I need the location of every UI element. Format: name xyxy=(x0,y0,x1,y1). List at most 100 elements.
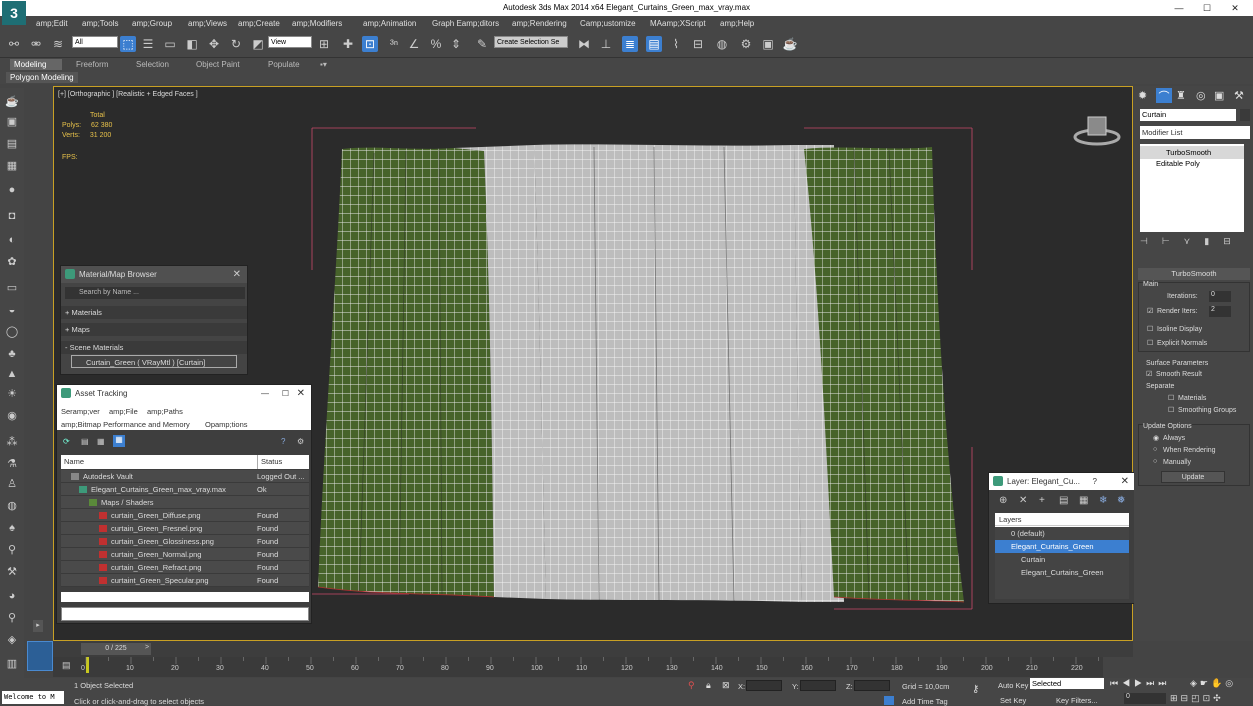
unfreeze-layer-icon[interactable]: ❅ xyxy=(1117,495,1125,506)
asset-scrollbar[interactable] xyxy=(61,592,309,602)
menu-customize[interactable]: Camp;ustomize xyxy=(580,19,636,28)
layer-default[interactable]: 0 (default) xyxy=(995,527,1129,540)
tab-selection[interactable]: Selection xyxy=(132,59,173,70)
hide-layer-icon[interactable]: ▦ xyxy=(1079,495,1088,506)
layer-title-bar[interactable]: Layer: Elegant_Cu... ? ✕ xyxy=(989,473,1135,490)
auto-key-button[interactable]: Auto Key xyxy=(998,681,1028,690)
bind-space-warp-icon[interactable]: ≋ xyxy=(50,36,66,52)
modifier-list-dropdown[interactable]: Modifier List xyxy=(1140,126,1250,139)
table-row[interactable]: curtain_Green_Diffuse.png Found xyxy=(61,509,309,522)
ref-coord-dropdown[interactable]: View xyxy=(268,36,312,48)
material-browser-title[interactable]: Material/Map Browser ✕ xyxy=(61,266,247,283)
dynamics-icon[interactable]: ⚗ xyxy=(4,456,20,472)
playback-controls[interactable]: ⏮◀▶⏭⏭ xyxy=(1110,678,1170,689)
materials-checkbox[interactable]: ☐ xyxy=(1168,394,1174,402)
table-row[interactable]: Autodesk Vault Logged Out ... xyxy=(61,470,309,483)
particle-icon[interactable]: ⁂ xyxy=(4,434,20,450)
options-icon[interactable]: ⚙ xyxy=(297,437,304,446)
smoothing-groups-checkbox[interactable]: ☐ xyxy=(1168,406,1174,414)
menu-maxscript[interactable]: MAamp;XScript xyxy=(650,19,706,28)
plane-icon[interactable]: ▭ xyxy=(4,280,20,296)
select-by-name-icon[interactable]: ☰ xyxy=(140,36,156,52)
minimize-button[interactable]: — xyxy=(1172,2,1186,14)
menu-options[interactable]: Opamp;tions xyxy=(205,420,248,429)
add-to-layer-icon[interactable]: + xyxy=(1039,495,1045,506)
rendered-frame-icon[interactable]: ▣ xyxy=(760,36,776,52)
scale-icon[interactable]: ◩ xyxy=(250,36,266,52)
globe-icon[interactable]: ◍ xyxy=(4,498,20,514)
modify-tab-icon[interactable]: ⌒ xyxy=(1156,88,1172,103)
torus-icon[interactable]: ◯ xyxy=(4,324,20,340)
key-mode-icon[interactable]: ▤ xyxy=(62,660,71,671)
sphere-icon[interactable]: ◒ xyxy=(4,302,20,318)
key-set-dropdown[interactable]: Selected xyxy=(1030,678,1104,689)
mini-curve-editor-icon[interactable] xyxy=(27,641,53,671)
menu-group[interactable]: amp;Group xyxy=(132,19,172,28)
menu-help[interactable]: amp;Help xyxy=(720,19,754,28)
turbosmooth-rollout-title[interactable]: TurboSmooth xyxy=(1138,268,1250,280)
absolute-mode-icon[interactable]: ⊠ xyxy=(722,680,730,691)
section-scene-materials[interactable]: - Scene Materials xyxy=(61,341,247,354)
list-icon[interactable]: ▤ xyxy=(81,437,89,446)
time-slider-handle[interactable]: 0 / 225 xyxy=(81,643,151,655)
align-icon[interactable]: ⊥ xyxy=(598,36,614,52)
teapot-icon[interactable]: ☕ xyxy=(4,94,20,110)
viewport-label[interactable]: [+] [Orthographic ] [Realistic + Edged F… xyxy=(58,91,198,98)
select-manipulate-icon[interactable]: ✚ xyxy=(340,36,356,52)
layer-item-curtain[interactable]: Curtain xyxy=(995,553,1129,566)
menu-views[interactable]: amp;Views xyxy=(188,19,227,28)
detail-icon[interactable]: ▦ xyxy=(97,437,105,446)
update-button[interactable]: Update xyxy=(1161,471,1225,483)
table-row[interactable]: Maps / Shaders xyxy=(61,496,309,509)
menu-bitmap-performance[interactable]: amp;Bitmap Performance and Memory xyxy=(61,420,190,429)
snap-icon[interactable]: ³ⁿ xyxy=(386,36,402,52)
move-icon[interactable]: ✥ xyxy=(206,36,222,52)
explicit-normals-checkbox[interactable]: ☐ xyxy=(1147,339,1153,347)
search-icon[interactable]: ⚲ xyxy=(4,610,20,626)
select-object-icon[interactable]: ⬚ xyxy=(120,36,136,52)
render-iters-checkbox[interactable]: ☑ xyxy=(1147,307,1153,315)
next-frame-icon[interactable]: > xyxy=(145,644,149,651)
window-crossing-icon[interactable]: ◧ xyxy=(184,36,200,52)
set-key-button[interactable]: Set Key xyxy=(1000,696,1026,705)
y-coord-field[interactable] xyxy=(800,680,836,691)
layer-elegant-curtains[interactable]: Elegant_Curtains_Green xyxy=(995,540,1129,553)
keyboard-shortcut-icon[interactable]: ⊡ xyxy=(362,36,378,52)
menu-server[interactable]: Seramp;ver xyxy=(61,407,100,416)
key-filters-button[interactable]: Key Filters... xyxy=(1056,696,1098,705)
table-row[interactable]: curtain_Green_Glossiness.png Found xyxy=(61,535,309,548)
col-name[interactable]: Name xyxy=(64,455,84,469)
menu-modifiers[interactable]: amp;Modifiers xyxy=(292,19,342,28)
utilities-tab-icon[interactable]: ⚒ xyxy=(1234,89,1244,102)
menu-file[interactable]: amp;File xyxy=(109,407,138,416)
close-icon[interactable]: ✕ xyxy=(297,385,305,402)
sun-icon[interactable]: ☀ xyxy=(4,386,20,402)
menu-paths[interactable]: amp;Paths xyxy=(147,407,183,416)
select-in-layer-icon[interactable]: ▤ xyxy=(1059,495,1068,506)
col-status[interactable]: Status xyxy=(257,455,282,469)
current-frame-field[interactable]: 0 xyxy=(1124,693,1166,704)
refresh-icon[interactable]: ⟳ xyxy=(63,437,70,446)
render-iters-spinner[interactable]: 2 xyxy=(1209,306,1231,317)
app-logo-icon[interactable]: 3 xyxy=(2,1,26,25)
layer-help-icon[interactable]: ? xyxy=(1093,473,1097,490)
motion-tab-icon[interactable]: ◎ xyxy=(1196,89,1206,102)
curve-editor-icon[interactable]: ⌇ xyxy=(668,36,684,52)
material-search-input[interactable]: Search by Name ... xyxy=(65,287,245,299)
asset-path-field[interactable] xyxy=(61,607,309,621)
track-bar[interactable]: 0 10 20 30 40 50 60 70 80 90 100 110 120 130 140 150 160… xyxy=(53,657,1103,677)
table-row[interactable]: curtain_Green_Refract.png Found xyxy=(61,561,309,574)
close-icon[interactable]: ✕ xyxy=(233,266,241,283)
biped-icon[interactable]: ♙ xyxy=(4,476,20,492)
asset-tracking-title[interactable]: Asset Tracking — ☐ ✕ xyxy=(57,385,311,402)
walk-icon[interactable]: ⚲ xyxy=(4,542,20,558)
close-button[interactable]: ✕ xyxy=(1228,2,1242,14)
box-icon[interactable]: ▣ xyxy=(4,114,20,130)
shader-icon[interactable]: ◈ xyxy=(4,632,20,648)
menu-graph-editors[interactable]: Graph Eamp;ditors xyxy=(432,19,499,28)
edit-named-sel-icon[interactable]: ✎ xyxy=(474,36,490,52)
unlink-icon[interactable]: ⚮ xyxy=(28,36,44,52)
selection-set-dropdown[interactable]: Create Selection Se xyxy=(494,36,568,48)
light-icon[interactable]: ● xyxy=(4,182,20,198)
time-slider[interactable]: 0 / 225 > xyxy=(53,641,1133,657)
